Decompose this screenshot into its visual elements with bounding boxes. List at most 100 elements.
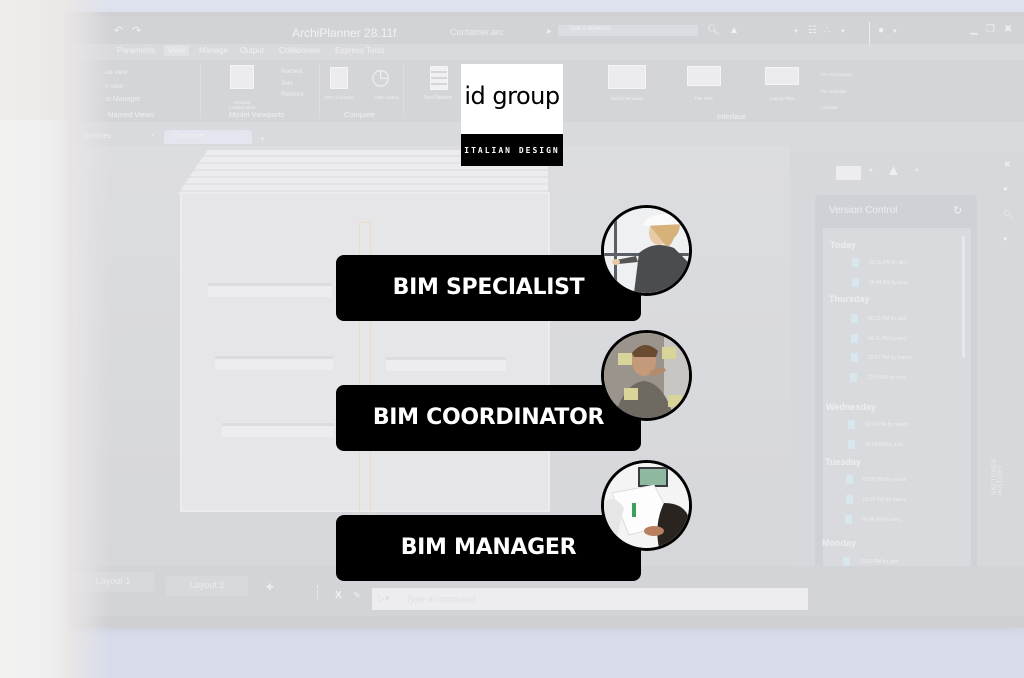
view-dropdown[interactable] — [836, 166, 861, 180]
layout-tab-2[interactable]: Layout 2 — [166, 576, 248, 596]
role-button-bim-manager[interactable]: BIM MANAGER — [336, 515, 641, 581]
version-entry[interactable]: 03:27 PM by marco — [846, 495, 906, 504]
file-icon — [848, 440, 855, 449]
command-prompt-icon[interactable]: ▷▾ — [378, 593, 389, 604]
cart-icon[interactable]: ☷ — [808, 25, 817, 36]
role-button-bim-specialist[interactable]: BIM SPECIALIST — [336, 255, 641, 321]
network-icon[interactable]: ∴ — [824, 25, 830, 36]
version-entry[interactable]: 12:57 PM by marco — [851, 353, 911, 362]
version-entry[interactable]: 09:44 AM by larry — [852, 278, 908, 287]
close-command-icon[interactable]: X — [335, 590, 342, 601]
switch-windows-icon[interactable] — [608, 65, 646, 89]
customize-icon[interactable]: ✎ — [353, 590, 361, 601]
arc-compare-icon[interactable] — [330, 67, 348, 89]
chevron-down-icon[interactable]: ▼ — [840, 29, 846, 35]
chevron-down-icon[interactable]: ▼ — [892, 29, 898, 35]
ribbon-group-model-viewports: Model Viewports — [229, 110, 285, 119]
ribbon-item-cascade[interactable]: Cascade — [820, 105, 838, 110]
refresh-icon[interactable]: ↻ — [953, 204, 962, 217]
file-tabs-icon[interactable] — [687, 66, 721, 86]
file-dropdown-icon[interactable]: ▶ — [547, 28, 552, 35]
ribbon-item-switch-windows[interactable]: Switch Windows — [607, 96, 647, 101]
undo-icon[interactable]: ↶ — [114, 24, 123, 37]
version-day-today: Today — [830, 240, 856, 250]
version-entry[interactable]: 02:41 PM by marco — [848, 420, 908, 429]
ribbon-item-join[interactable]: Join — [281, 80, 293, 87]
ribbon-group-named-views: Named Views — [108, 110, 155, 119]
ribbon-divider — [200, 62, 201, 118]
search-icon[interactable]: 🔍︎ — [707, 25, 720, 36]
version-entry[interactable]: 05:02 PM by marco — [846, 475, 906, 484]
role-label: BIM SPECIALIST — [392, 275, 585, 300]
user-icon[interactable]: ▲ — [729, 25, 739, 36]
layout-tabs-icon[interactable] — [765, 67, 799, 85]
ribbon-item-tile-vertically[interactable]: Tile Vertically — [820, 89, 846, 94]
version-entry[interactable]: 03:15 PM by larry — [852, 258, 908, 267]
settings-icon[interactable]: ● — [1003, 184, 1008, 193]
globe-icon[interactable]: ● — [1003, 234, 1008, 243]
ribbon-item-tile-horizontally[interactable]: Tile Horizontally — [820, 72, 852, 77]
ribbon-tab-manage[interactable]: Manage — [199, 46, 228, 55]
close-icon[interactable]: x — [241, 133, 244, 139]
ribbon-tab-view[interactable]: View — [164, 45, 190, 56]
version-day-monday: Monday — [822, 538, 857, 548]
ribbon-tab-express-tools[interactable]: Express Tools — [335, 46, 385, 55]
file-icon — [851, 353, 858, 362]
avatar-bim-coordinator — [601, 330, 692, 421]
foreground-person-shoulder — [0, 120, 70, 678]
file-icon — [851, 334, 858, 343]
file-icon — [852, 278, 859, 287]
ribbon-item-restore[interactable]: Restore — [281, 91, 304, 98]
close-icon[interactable]: x — [151, 133, 154, 139]
ribbon-divider — [403, 62, 404, 118]
file-icon — [852, 258, 859, 267]
file-name: Container.arc — [450, 27, 504, 37]
ribbon-item-viewport-config[interactable]: Viewport Configuration — [222, 100, 262, 110]
ribbon-item-arc-compare[interactable]: ARC Compare — [324, 95, 354, 100]
tool-palettes-icon[interactable] — [430, 66, 448, 90]
chevron-down-icon[interactable]: ▼ — [914, 168, 920, 174]
version-entry[interactable]: 06:23 PM by josh — [851, 314, 907, 323]
file-icon — [851, 314, 858, 323]
help-icon[interactable]: ● — [878, 25, 884, 36]
app-title: ArchiPlanner 28.11f — [292, 26, 397, 40]
sketches-history-label[interactable]: SKETCHES HISTORY — [992, 459, 1004, 495]
version-entry[interactable]: 11:18 AM by josh — [848, 440, 903, 449]
version-entry[interactable]: 04:11 PM by larry — [851, 334, 907, 343]
version-entry[interactable]: 08:44 AM by larry — [845, 515, 901, 524]
restore-icon[interactable]: ❐ — [986, 24, 995, 35]
user-icon[interactable]: ▲ — [886, 162, 901, 179]
viewport-config-icon[interactable] — [230, 65, 254, 89]
add-tab-icon[interactable]: + — [260, 134, 265, 143]
version-list-scrollbar[interactable] — [962, 236, 965, 358]
ribbon-item-layout-tabs[interactable]: Layout Tabs — [762, 96, 802, 101]
file-icon — [843, 557, 850, 566]
ribbon-item-tool-palettes[interactable]: Tool Palettes — [423, 95, 453, 101]
arc-history-icon[interactable]: ◷ — [371, 64, 390, 90]
ribbon-tab-parametric[interactable]: Parametric — [117, 46, 156, 55]
zoom-icon[interactable]: 🔍︎ — [1003, 210, 1013, 219]
add-layout-icon[interactable]: ✚ — [266, 582, 274, 593]
role-button-bim-coordinator[interactable]: BIM COORDINATOR — [336, 385, 641, 451]
ribbon-tab-output[interactable]: Output — [240, 46, 264, 55]
ribbon-item-arc-history[interactable]: ARC History — [372, 95, 402, 100]
ribbon-divider — [319, 62, 320, 118]
ribbon-item-named[interactable]: Named — [281, 68, 302, 75]
chevron-down-icon[interactable]: ▼ — [793, 29, 799, 35]
doc-tab-container[interactable]: Container x — [164, 130, 252, 144]
version-entry[interactable]: 10:03 AM by larry — [850, 373, 906, 382]
logo-wordmark: id group — [464, 82, 560, 110]
keyword-search-input[interactable]: Type a keyword — [558, 25, 698, 36]
container-bar — [215, 356, 333, 370]
close-icon[interactable]: ✖ — [1004, 160, 1011, 169]
ribbon-item-file-tabs[interactable]: File Tabs — [684, 96, 724, 101]
close-icon[interactable]: ✖ — [1004, 24, 1012, 35]
drag-handle[interactable] — [317, 586, 319, 600]
minimize-icon[interactable]: ▁ — [970, 24, 978, 35]
chevron-down-icon[interactable]: ▼ — [868, 168, 874, 174]
ribbon-tab-collaborate[interactable]: Collaborate — [279, 46, 320, 55]
version-entry[interactable]: 01:00 PM by josh — [843, 557, 899, 566]
redo-icon[interactable]: ↷ — [132, 24, 141, 37]
command-input[interactable]: ▷▾ Type a command — [372, 588, 808, 610]
file-icon — [845, 515, 852, 524]
